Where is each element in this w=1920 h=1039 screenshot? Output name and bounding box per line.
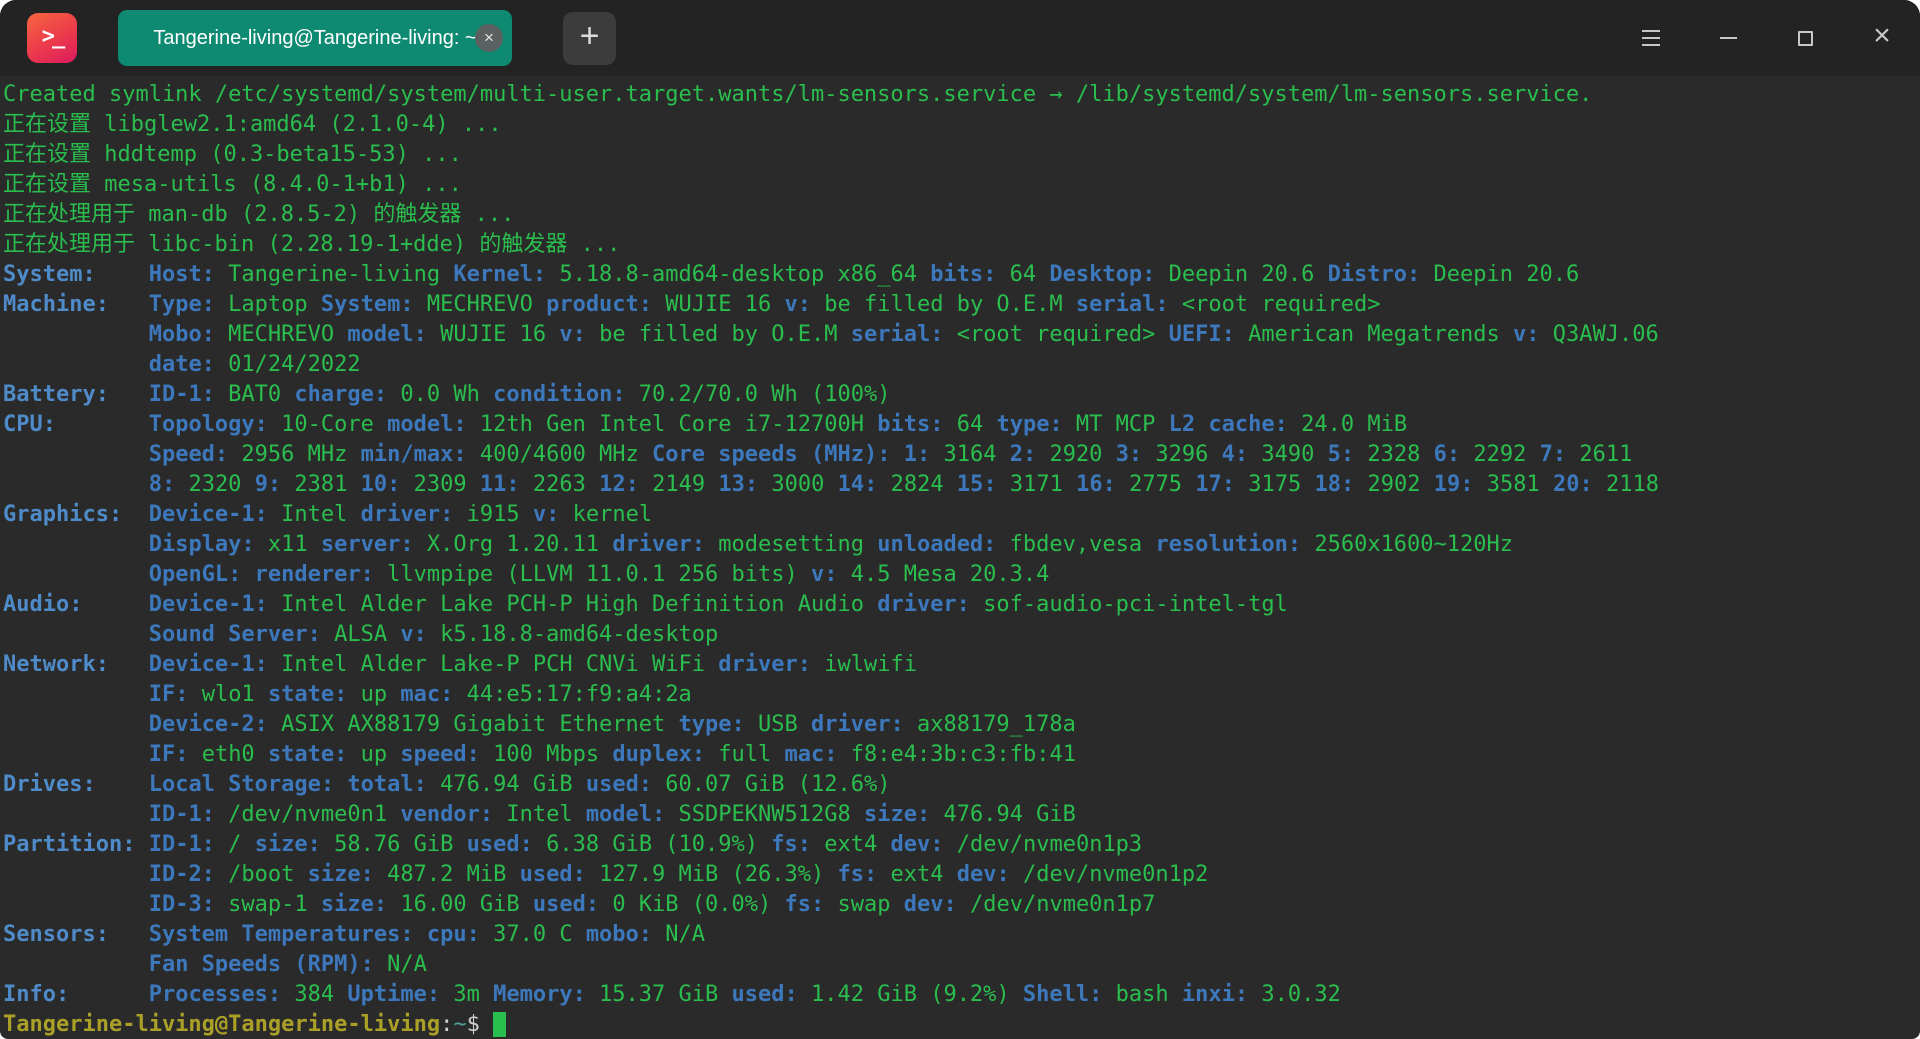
terminal-line: Fan Speeds (RPM): N/A [148,952,427,977]
minimize-icon [1719,37,1737,39]
terminal-line: Tangerine-living@Tangerine-living:~$ [3,1010,1917,1039]
terminal-app-icon: >_ [27,13,77,63]
terminal-line: 正在设置 mesa-utils (8.4.0-1+b1) ... [3,172,462,197]
terminal-line: Graphics: Device-1: Intel driver: i915 v… [3,502,653,527]
terminal-line: Sound Server: ALSA v: k5.18.8-amd64-desk… [148,622,719,647]
terminal-window: >_ Tangerine-living@Tangerine-living: ~ … [0,0,1920,1039]
close-button[interactable]: × [1854,10,1910,66]
menu-button[interactable] [1623,10,1679,66]
new-tab-button[interactable]: + [563,11,616,65]
terminal-line: 正在设置 hddtemp (0.3-beta15-53) ... [3,142,462,167]
terminal-line: Speed: 2956 MHz min/max: 400/4600 MHz Co… [148,442,1633,467]
terminal-line: 8: 2320 9: 2381 10: 2309 11: 2263 12: 21… [148,472,1659,497]
terminal-line: Network: Device-1: Intel Alder Lake-P PC… [3,652,917,677]
close-icon: × [1873,19,1891,52]
terminal-line: 正在处理用于 man-db (2.8.5-2) 的触发器 ... [3,202,515,227]
window-controls: × [1623,0,1910,76]
terminal-line: Machine: Type: Laptop System: MECHREVO p… [3,292,1381,317]
terminal-line: ID-3: swap-1 size: 16.00 GiB used: 0 KiB… [148,892,1156,917]
maximize-icon [1797,30,1813,46]
terminal-line: ID-2: /boot size: 487.2 MiB used: 127.9 … [148,862,1209,887]
terminal-line: date: 01/24/2022 [148,352,361,377]
terminal-line: Mobo: MECHREVO model: WUJIE 16 v: be fil… [148,322,1659,347]
terminal-line: Audio: Device-1: Intel Alder Lake PCH-P … [3,592,1288,617]
menu-icon [1642,30,1660,32]
tab-close-icon: × [484,27,494,47]
terminal-line: 正在处理用于 libc-bin (2.28.19-1+dde) 的触发器 ... [3,232,621,257]
terminal-line: Drives: Local Storage: total: 476.94 GiB… [3,772,891,797]
terminal-line: Info: Processes: 384 Uptime: 3m Memory: … [3,982,1341,1007]
terminal-line: IF: eth0 state: up speed: 100 Mbps duple… [148,742,1076,767]
terminal-line: Battery: ID-1: BAT0 charge: 0.0 Wh condi… [3,382,891,407]
terminal-line: System: Host: Tangerine-living Kernel: 5… [3,262,1580,287]
minimize-button[interactable] [1700,10,1756,66]
terminal-app-icon-glyph: >_ [41,23,65,49]
terminal-line: Partition: ID-1: / size: 58.76 GiB used:… [3,832,1143,857]
terminal-output[interactable]: Created symlink /etc/systemd/system/mult… [0,76,1920,1039]
terminal-line: ID-1: /dev/nvme0n1 vendor: Intel model: … [148,802,1076,827]
terminal-line: Created symlink /etc/systemd/system/mult… [3,82,1593,107]
terminal-line: Display: x11 server: X.Org 1.20.11 drive… [148,532,1514,557]
tab-close-button[interactable]: × [475,24,503,52]
tab-title: Tangerine-living@Tangerine-living: ~ [153,26,477,49]
titlebar[interactable]: >_ Tangerine-living@Tangerine-living: ~ … [0,0,1920,76]
new-tab-icon: + [579,17,600,55]
terminal-line: OpenGL: renderer: llvmpipe (LLVM 11.0.1 … [148,562,1050,587]
terminal-line: IF: wlo1 state: up mac: 44:e5:17:f9:a4:2… [148,682,692,707]
terminal-line: Device-2: ASIX AX88179 Gigabit Ethernet … [148,712,1076,737]
terminal-line: 正在设置 libglew2.1:amd64 (2.1.0-4) ... [3,112,502,137]
terminal-line: Sensors: System Temperatures: cpu: 37.0 … [3,922,706,947]
maximize-button[interactable] [1777,10,1833,66]
terminal-tab[interactable]: Tangerine-living@Tangerine-living: ~ × [118,10,512,66]
cursor [493,1012,507,1037]
terminal-line: CPU: Topology: 10-Core model: 12th Gen I… [3,412,1408,437]
